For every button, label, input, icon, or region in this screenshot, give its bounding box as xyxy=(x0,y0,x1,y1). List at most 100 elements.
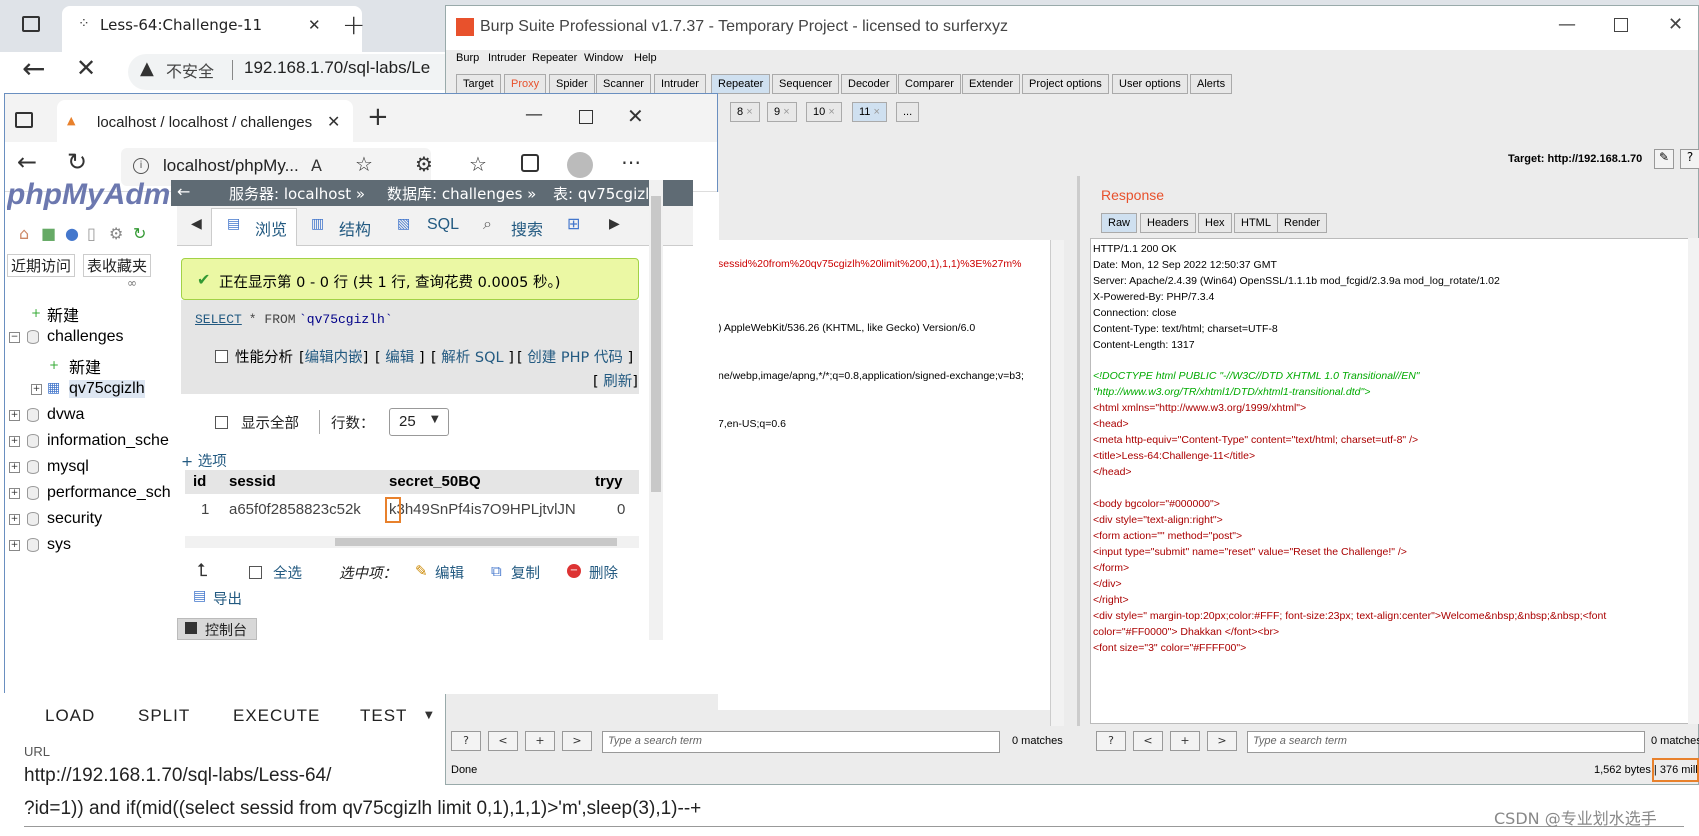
response-tab-html[interactable]: HTML xyxy=(1234,213,1278,233)
create-php-link[interactable]: [ 创建 PHP 代码 ] xyxy=(517,346,633,367)
next-button[interactable]: > xyxy=(1207,731,1237,751)
help-nav-button[interactable]: ? xyxy=(451,731,481,751)
more-menu-icon[interactable]: ⋯ xyxy=(621,150,641,174)
h-scrollbar-thumb[interactable] xyxy=(335,538,617,546)
options-link[interactable]: + 选项 xyxy=(181,450,227,471)
tab-close-icon[interactable]: ✕ xyxy=(308,16,321,34)
expand-icon[interactable]: + xyxy=(31,384,42,395)
select-all-checkbox[interactable] xyxy=(249,566,262,579)
tree-table-qv75cgizlh[interactable]: qv75cgizlh xyxy=(69,380,145,398)
tab-alerts[interactable]: Alerts xyxy=(1190,74,1233,94)
edit-target-icon[interactable]: ✎ xyxy=(1654,149,1674,169)
expand-icon[interactable]: + xyxy=(9,462,20,473)
request-scrollbar[interactable] xyxy=(1050,240,1064,726)
tree-db-challenges[interactable]: challenges xyxy=(47,328,124,346)
hackbar-url-line2[interactable]: ?id=1)) and if(mid((select sessid from q… xyxy=(24,798,701,820)
menu-window[interactable]: Window xyxy=(584,52,623,64)
col-secret[interactable]: secret_50BQ xyxy=(389,473,481,490)
minimize-icon[interactable]: — xyxy=(525,104,543,125)
settings-icon[interactable]: ⚙ xyxy=(109,224,123,243)
tab-comparer[interactable]: Comparer xyxy=(898,74,961,94)
response-scrollbar[interactable] xyxy=(1688,238,1699,724)
panel-splitter[interactable] xyxy=(1077,176,1080,726)
collapse-arrow-icon[interactable]: ← xyxy=(177,182,190,201)
tab-sequencer[interactable]: Sequencer xyxy=(772,74,840,94)
next-button[interactable]: > xyxy=(562,731,592,751)
response-tab-headers[interactable]: Headers xyxy=(1140,213,1196,233)
breadcrumb-db[interactable]: 数据库: challenges » xyxy=(387,183,536,204)
response-tab-hex[interactable]: Hex xyxy=(1198,213,1232,233)
repeater-tab-10[interactable]: 10 × xyxy=(806,102,842,122)
minimize-icon[interactable]: — xyxy=(1558,14,1576,35)
favorite-star-icon[interactable]: ☆ xyxy=(355,152,373,176)
tree-new-table[interactable]: 新建 xyxy=(69,354,101,378)
edit-link[interactable]: [ 编辑 ] xyxy=(375,346,425,367)
tree-db-information-schema[interactable]: information_sche xyxy=(47,432,171,450)
col-tryy[interactable]: tryy xyxy=(595,473,623,490)
expand-icon[interactable]: + xyxy=(9,514,20,525)
export-button[interactable]: 导出 xyxy=(213,588,242,609)
extensions-icon[interactable]: ⚙ xyxy=(415,152,433,176)
insert-icon[interactable]: ⊞ xyxy=(567,214,580,233)
request-search-input[interactable]: Type a search term xyxy=(602,731,1000,753)
tab-intruder[interactable]: Intruder xyxy=(654,74,706,94)
stop-icon[interactable]: ✕ xyxy=(76,54,96,82)
response-tab-render[interactable]: Render xyxy=(1277,213,1328,233)
maximize-icon[interactable] xyxy=(1614,18,1628,32)
avatar[interactable] xyxy=(567,152,593,178)
new-tab-button[interactable]: + xyxy=(342,8,365,41)
rows-select[interactable] xyxy=(389,408,449,436)
help-icon[interactable]: ● xyxy=(65,224,79,243)
expand-icon[interactable]: + xyxy=(9,488,20,499)
response-search-input[interactable]: Type a search term xyxy=(1247,731,1645,753)
split-button[interactable]: SPLIT xyxy=(138,706,190,726)
help-nav-button[interactable]: ? xyxy=(1096,731,1126,751)
menu-intruder[interactable]: Intruder xyxy=(488,52,526,64)
refresh-icon[interactable]: ↻ xyxy=(67,148,87,176)
maximize-icon[interactable] xyxy=(579,110,593,124)
recent-tab[interactable]: 近期访问 xyxy=(7,254,76,277)
tree-db-security[interactable]: security xyxy=(47,510,102,528)
repeater-tab-8[interactable]: 8 × xyxy=(730,102,760,122)
test-dropdown-icon[interactable]: ▼ xyxy=(425,710,433,721)
menu-repeater[interactable]: Repeater xyxy=(532,52,577,64)
add-button[interactable]: + xyxy=(525,731,555,751)
prev-button[interactable]: < xyxy=(1133,731,1163,751)
sql-keyword[interactable]: SELECT xyxy=(195,312,242,327)
menu-burp[interactable]: Burp xyxy=(456,52,479,64)
menu-help[interactable]: Help xyxy=(634,52,657,64)
tab-actions-icon[interactable] xyxy=(15,112,33,128)
hackbar-url-line1[interactable]: http://192.168.1.70/sql-labs/Less-64/ xyxy=(24,765,331,787)
bulk-copy-button[interactable]: 复制 xyxy=(511,562,540,583)
refresh-link[interactable]: [ 刷新] xyxy=(593,370,638,391)
exit-icon[interactable]: ■ xyxy=(41,224,56,243)
tab-spider[interactable]: Spider xyxy=(549,74,595,94)
back-arrow-icon[interactable]: ← xyxy=(17,148,37,176)
edit-inline-link[interactable]: [编辑内嵌] xyxy=(299,346,368,367)
tabs-left-arrow-icon[interactable]: ◀ xyxy=(191,216,202,232)
bulk-delete-button[interactable]: 删除 xyxy=(589,562,618,583)
collapse-icon[interactable]: − xyxy=(9,332,20,343)
breadcrumb-server[interactable]: 服务器: localhost » xyxy=(229,183,365,204)
v-scrollbar-thumb[interactable] xyxy=(651,196,661,492)
add-button[interactable]: + xyxy=(1170,731,1200,751)
tab-search[interactable]: 搜索 xyxy=(511,216,543,240)
select-all-label[interactable]: 全选 xyxy=(273,562,302,583)
tab-structure[interactable]: 结构 xyxy=(339,216,371,240)
collections-icon[interactable] xyxy=(521,154,539,172)
favorites-icon[interactable]: ☆ xyxy=(469,152,487,176)
request-editor[interactable] xyxy=(718,240,1050,710)
back-arrow-icon[interactable]: ← xyxy=(22,52,45,85)
repeater-tab-11[interactable]: 11 × xyxy=(852,102,887,122)
read-aloud-icon[interactable]: A xyxy=(311,156,322,175)
prev-button[interactable]: < xyxy=(488,731,518,751)
repeater-tab-more[interactable]: ... xyxy=(896,102,920,122)
tab-decoder[interactable]: Decoder xyxy=(841,74,897,94)
bulk-edit-button[interactable]: 编辑 xyxy=(435,562,464,583)
tab-extender[interactable]: Extender xyxy=(962,74,1021,94)
expand-icon[interactable]: + xyxy=(9,436,20,447)
reload-nav-icon[interactable]: ↻ xyxy=(133,224,146,243)
home-icon[interactable]: ⌂ xyxy=(19,224,29,243)
favorites-tab[interactable]: 表收藏夹 xyxy=(83,254,152,277)
expand-icon[interactable]: + xyxy=(9,540,20,551)
